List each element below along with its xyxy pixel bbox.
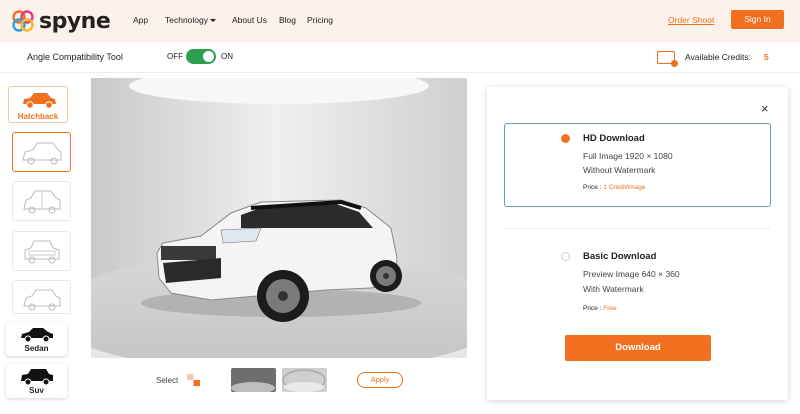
toggle-knob xyxy=(203,51,214,62)
hd-radio-selected[interactable] xyxy=(561,134,570,143)
checker-background-icon[interactable] xyxy=(187,374,200,386)
angle-thumb-1[interactable] xyxy=(12,132,71,172)
toggle-on-label: ON xyxy=(221,52,233,61)
chevron-down-icon xyxy=(210,19,217,23)
top-navbar: spyne App Technology About Us Blog Prici… xyxy=(0,0,800,42)
car-rear-angle-icon xyxy=(24,240,60,264)
basic-price-label: Price : xyxy=(583,305,604,312)
spyne-logo[interactable]: spyne xyxy=(10,8,111,34)
sedan-car-icon xyxy=(21,328,53,343)
nav-pricing[interactable]: Pricing xyxy=(307,15,333,25)
basic-option-watermark: With Watermark xyxy=(583,284,644,294)
studio-background-light xyxy=(282,368,327,392)
basic-option-title: Basic Download xyxy=(583,251,657,262)
close-icon[interactable]: × xyxy=(761,101,769,116)
credits-label: Available Credits: xyxy=(685,52,751,62)
car-side-angle-icon xyxy=(23,190,61,214)
hatchback-car-icon xyxy=(23,93,56,109)
sign-in-button[interactable]: Sign In xyxy=(731,10,784,29)
nav-technology[interactable]: Technology xyxy=(165,15,217,25)
hd-option-resolution: Full Image 1920 × 1080 xyxy=(583,151,673,161)
hd-price-value: 1 Credit/image xyxy=(603,184,646,191)
nav-about-us[interactable]: About Us xyxy=(232,15,267,25)
background-thumb-2[interactable] xyxy=(282,368,327,392)
credit-card-icon xyxy=(657,51,678,67)
car-rear-quarter-angle-icon xyxy=(23,289,61,311)
angle-thumb-2[interactable] xyxy=(12,181,71,221)
car-type-sidebar: Hatchback Sedan Suv xyxy=(0,74,80,414)
hatchback-label: Hatchback xyxy=(17,112,59,121)
hd-option-price: Price : 1 Credit/image xyxy=(583,184,646,191)
hd-option-title: HD Download xyxy=(583,133,645,144)
tool-title: Angle Compatibility Tool xyxy=(27,52,123,62)
download-button[interactable]: Download xyxy=(565,335,711,361)
spyne-logo-icon xyxy=(12,10,34,32)
car-front-angle-icon xyxy=(22,142,62,165)
car-preview-image xyxy=(91,78,467,358)
hd-option-watermark: Without Watermark xyxy=(583,165,656,175)
angle-thumb-4[interactable] xyxy=(12,280,71,314)
angle-thumb-3[interactable] xyxy=(12,231,71,271)
basic-option-price: Price : Free xyxy=(583,305,617,312)
download-panel: × HD Download Full Image 1920 × 1080 Wit… xyxy=(487,87,788,400)
studio-background-dark xyxy=(231,368,276,392)
basic-radio-unselected[interactable] xyxy=(561,252,570,261)
credits-value: 5 xyxy=(764,52,769,62)
order-shoot-link[interactable]: Order Shoot xyxy=(668,15,714,25)
basic-option-resolution: Preview Image 640 × 360 xyxy=(583,269,680,279)
suv-label: Suv xyxy=(29,386,44,395)
background-thumb-1[interactable] xyxy=(231,368,276,392)
tool-toolbar: Angle Compatibility Tool OFF ON Availabl… xyxy=(0,42,800,73)
nav-technology-label: Technology xyxy=(165,15,209,25)
nav-blog[interactable]: Blog xyxy=(279,15,296,25)
nav-app[interactable]: App xyxy=(133,15,148,25)
car-type-sedan[interactable]: Sedan xyxy=(6,322,67,356)
hd-download-option[interactable]: HD Download Full Image 1920 × 1080 Witho… xyxy=(504,123,771,207)
car-type-hatchback[interactable]: Hatchback xyxy=(8,86,68,123)
brand-name: spyne xyxy=(39,8,111,34)
option-divider xyxy=(504,228,771,229)
toggle-off-label: OFF xyxy=(167,52,183,61)
hd-price-label: Price : xyxy=(583,184,604,191)
sedan-label: Sedan xyxy=(24,344,49,353)
suv-car-icon xyxy=(21,369,53,386)
angle-tool-toggle[interactable] xyxy=(186,49,216,64)
car-type-suv[interactable]: Suv xyxy=(6,364,67,398)
apply-button[interactable]: Apply xyxy=(357,372,403,388)
car-photo xyxy=(91,78,467,358)
basic-price-value: Free xyxy=(603,305,617,312)
select-background-label: Select xyxy=(156,376,179,385)
